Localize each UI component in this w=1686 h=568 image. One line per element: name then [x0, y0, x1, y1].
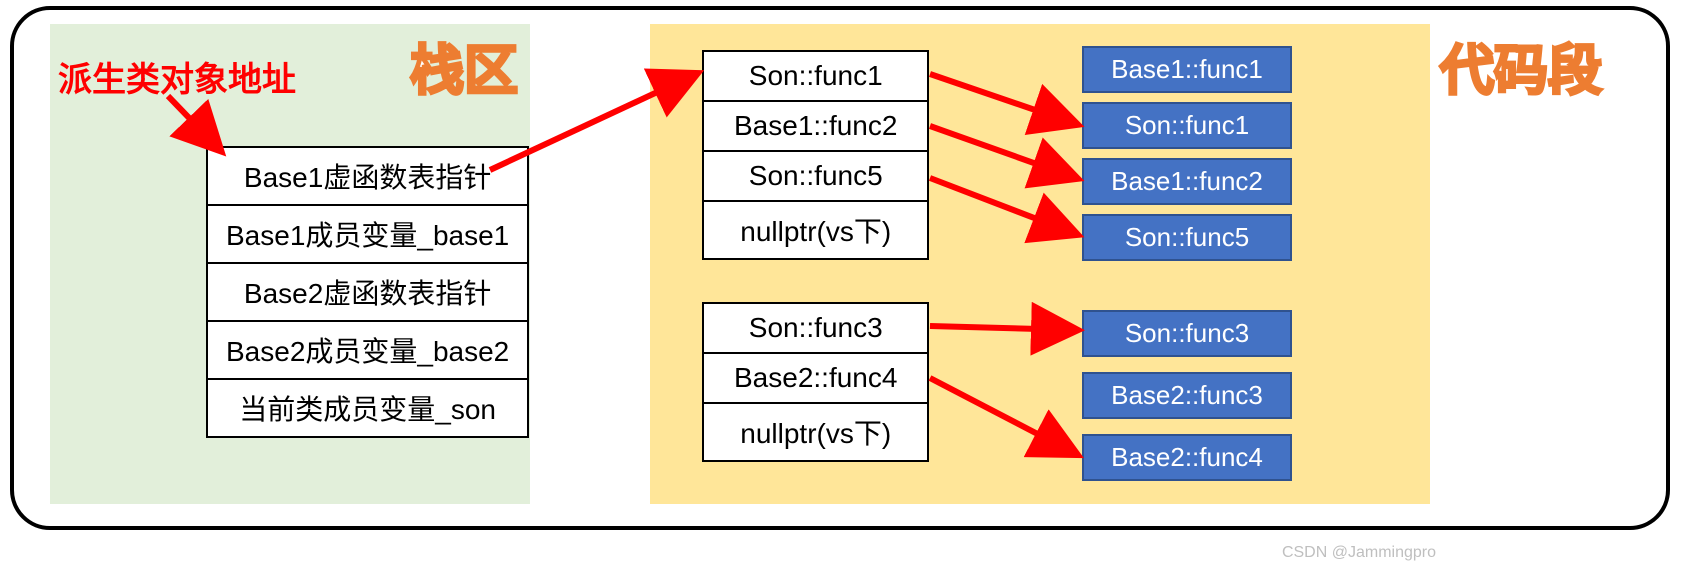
codefunc-base1-func1: Base1::func1 — [1082, 46, 1292, 93]
codefunc-base1-func2: Base1::func2 — [1082, 158, 1292, 205]
codefunc-base2-func4: Base2::func4 — [1082, 434, 1292, 481]
object-row-member1: Base1成员变量_base1 — [207, 205, 528, 263]
code-region-title: 代码段 — [1440, 26, 1602, 105]
codefunc-base2-func3: Base2::func3 — [1082, 372, 1292, 419]
vtable2-table: Son::func3 Base2::func4 nullptr(vs下) — [702, 302, 929, 462]
derived-address-label: 派生类对象地址 — [58, 52, 296, 101]
object-layout-table: Base1虚函数表指针 Base1成员变量_base1 Base2虚函数表指针 … — [206, 146, 529, 438]
object-row-son: 当前类成员变量_son — [207, 379, 528, 437]
object-row-vptr1: Base1虚函数表指针 — [207, 147, 528, 205]
watermark: CSDN @Jammingpro — [1282, 544, 1436, 562]
stack-region-title: 栈区 — [410, 26, 518, 105]
object-row-vptr2: Base2虚函数表指针 — [207, 263, 528, 321]
vtable2-row-0: Son::func3 — [703, 303, 928, 353]
diagram-stage: 栈区 代码段 派生类对象地址 Base1虚函数表指针 Base1成员变量_bas… — [0, 0, 1686, 568]
vtable2-row-2: nullptr(vs下) — [703, 403, 928, 461]
vtable1-row-2: Son::func5 — [703, 151, 928, 201]
vtable1-row-1: Base1::func2 — [703, 101, 928, 151]
vtable1-row-3: nullptr(vs下) — [703, 201, 928, 259]
codefunc-son-func1: Son::func1 — [1082, 102, 1292, 149]
vtable1-table: Son::func1 Base1::func2 Son::func5 nullp… — [702, 50, 929, 260]
codefunc-son-func5: Son::func5 — [1082, 214, 1292, 261]
object-row-member2: Base2成员变量_base2 — [207, 321, 528, 379]
vtable2-row-1: Base2::func4 — [703, 353, 928, 403]
codefunc-son-func3: Son::func3 — [1082, 310, 1292, 357]
vtable1-row-0: Son::func1 — [703, 51, 928, 101]
